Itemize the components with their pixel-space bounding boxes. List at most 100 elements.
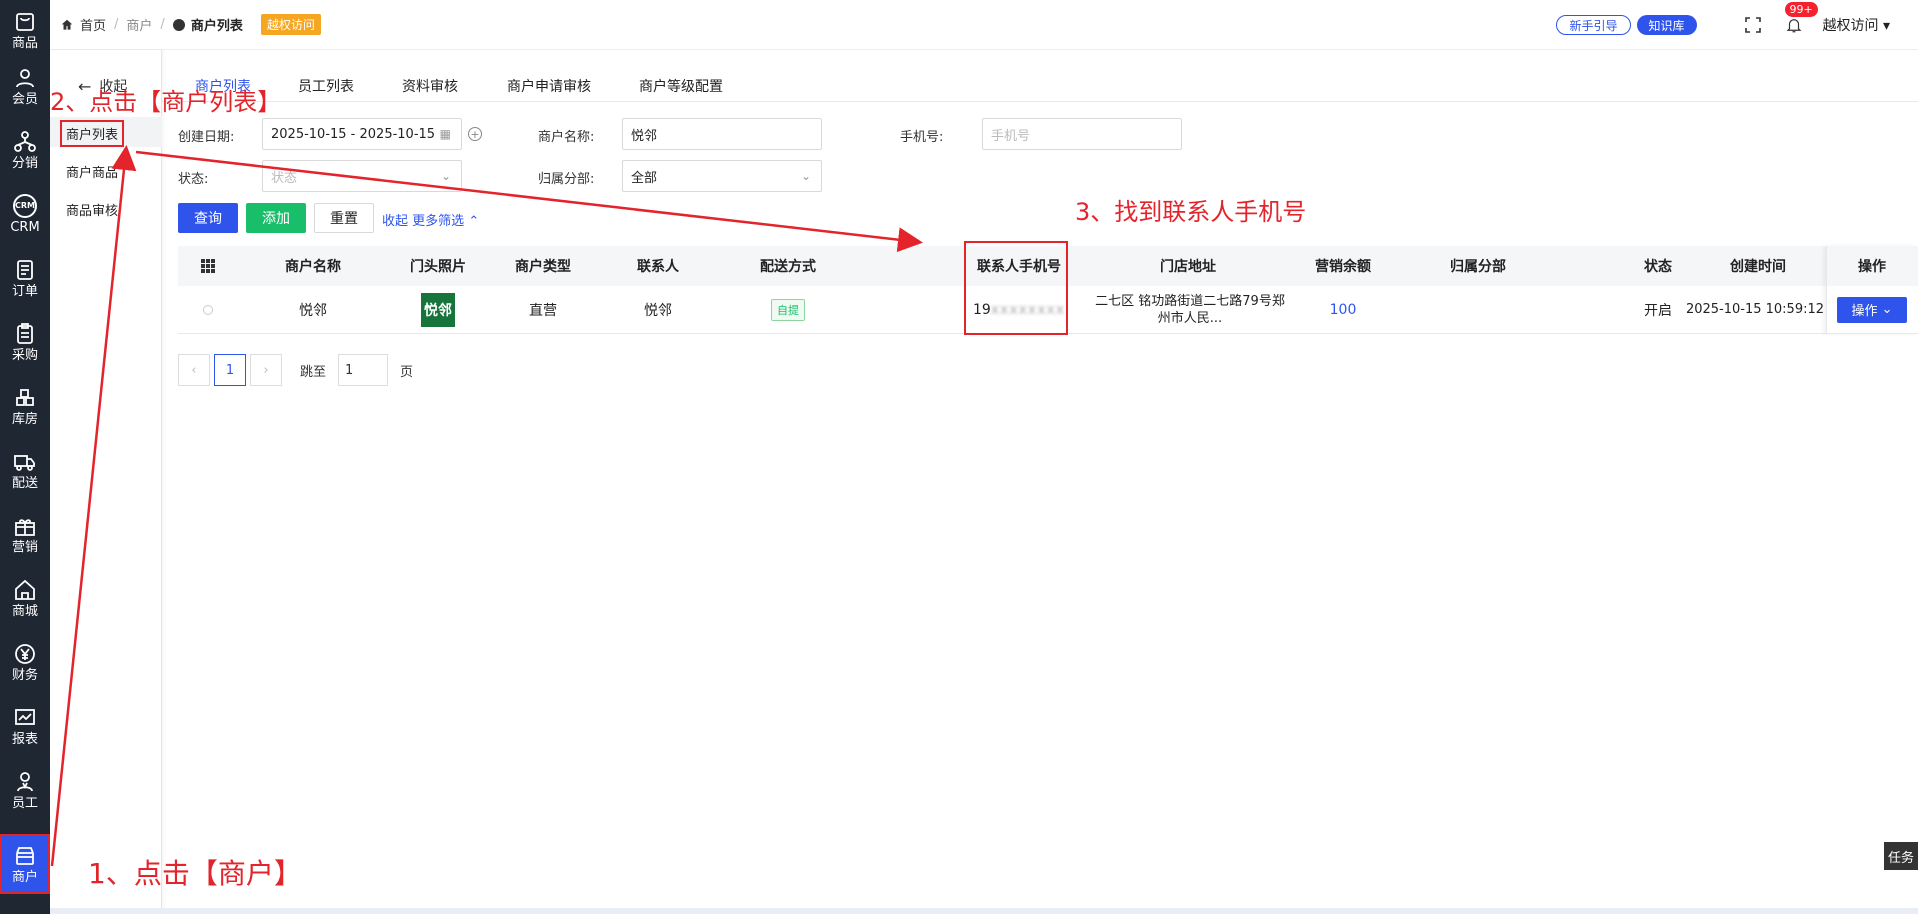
cell-branch [1418,286,1538,333]
nav-item-distribution[interactable]: 分销 [0,120,50,180]
merchant-name-input[interactable]: 悦邻 [622,118,822,150]
more-filters-label: 更多筛选 [412,214,465,229]
caret-down-icon: ▾ [1882,18,1890,34]
nav-item-merchant[interactable]: 商户 [0,834,50,894]
radio-icon [203,304,213,315]
header-cell[interactable]: 营销余额 [1288,246,1398,286]
fixed-column-shadow [1826,246,1918,334]
breadcrumb-current: 商户列表 [172,15,243,34]
status-placeholder: 状态 [271,170,298,186]
nav-label: 商城 [11,603,38,619]
subnav-merchant-list[interactable]: 商户列表 [60,120,125,147]
header-cell[interactable]: 归属分部 [1418,246,1538,286]
date-range-value: 2025-10-15 - 2025-10-15 [271,126,436,142]
add-button[interactable]: 添加 [246,203,306,233]
knowledge-base-button[interactable]: 知识库 [1636,15,1697,35]
collapse-filters-label: 收起 [382,214,409,229]
user-icon [16,68,34,87]
bottom-strip [50,908,1918,914]
storefront-photo[interactable]: 悦邻 [421,292,455,327]
nav-item-staff[interactable]: 员工 [0,760,50,820]
pagination: ‹ 1 › 跳至 1 页 [178,354,413,386]
cell-photo[interactable]: 悦邻 [388,286,488,333]
collapse-filters-link[interactable]: 收起 更多筛选 ⌃ [382,210,479,229]
nav-item-warehouse[interactable]: 库房 [0,376,50,436]
header-cell[interactable]: 商户名称 [238,246,388,286]
tab-merchant-level[interactable]: 商户等级配置 [639,76,723,96]
fullscreen-icon[interactable] [1744,17,1761,33]
cell-balance[interactable]: 100 [1288,286,1398,333]
branch-select[interactable]: 全部 ⌄ [622,160,822,192]
home-icon [15,579,35,600]
guide-button[interactable]: 新手引导 [1556,15,1631,35]
nav-item-reports[interactable]: 报表 [0,696,50,756]
header-cell[interactable]: 联系人 [598,246,718,286]
column-settings[interactable] [178,246,238,286]
clipboard-icon [17,322,33,344]
header-cell[interactable]: 配送方式 [718,246,858,286]
jump-page-input[interactable]: 1 [338,354,389,386]
nav-item-finance[interactable]: 财务 [0,632,50,692]
nav-label: CRM [10,219,40,235]
chevron-down-icon: ⌄ [800,169,811,183]
status-select[interactable]: 状态 ⌄ [262,160,462,192]
cell-name: 悦邻 [299,302,327,319]
breadcrumb-separator: / [114,17,119,32]
nav-item-delivery[interactable]: 配送 [0,440,50,500]
nav-label: 订单 [11,283,38,299]
chart-icon [15,708,35,725]
nav-item-mall[interactable]: 商城 [0,568,50,628]
user-circle-icon [172,18,185,31]
nav-item-goods[interactable]: 商品 [0,0,50,60]
status-label: 状态: [178,172,209,187]
add-circle-icon[interactable]: + [468,127,482,141]
header-cell[interactable]: 门店地址 [1078,246,1298,286]
breadcrumb-separator: / [160,17,165,32]
cell-created: 2025-10-15 10:59:12 [1685,302,1825,317]
nav-item-purchase[interactable]: 采购 [0,312,50,372]
user-menu[interactable]: 越权访问 ▾ [1823,15,1890,35]
breadcrumb: 首页 / 商户 / 商户列表 越权访问 [60,14,321,35]
nav-label: 营销 [11,539,38,555]
nav-label: 配送 [11,475,38,491]
breadcrumb-merchant[interactable]: 商户 [126,15,152,34]
tab-profile-audit[interactable]: 资料审核 [402,76,458,96]
row-select[interactable] [178,286,238,333]
tab-staff-list[interactable]: 员工列表 [298,76,354,96]
nav-item-crm[interactable]: CRM CRM [0,184,50,244]
balance-link[interactable]: 100 [1330,302,1357,318]
phone-input[interactable]: 手机号 [982,118,1182,150]
header-cell[interactable]: 商户类型 [488,246,598,286]
task-button[interactable]: 任务 [1884,842,1918,870]
breadcrumb-home[interactable]: 首页 [80,15,106,34]
nav-item-marketing[interactable]: 营销 [0,504,50,564]
next-page-button[interactable]: › [250,354,282,386]
nav-label: 分销 [11,155,38,171]
user-name: 越权访问 [1822,18,1879,34]
header-cell[interactable]: 门头照片 [388,246,488,286]
notification-button[interactable]: 99+ [1784,2,1818,34]
store-icon [16,846,34,865]
jump-label: 跳至 [300,364,327,380]
query-button[interactable]: 查询 [178,203,238,233]
nav-label: 采购 [11,347,38,363]
nav-item-orders[interactable]: 订单 [0,248,50,308]
nav-item-members[interactable]: 会员 [0,56,50,116]
order-icon [17,259,33,280]
grid-icon [201,259,215,273]
header-cell[interactable]: 状态 [1628,246,1688,286]
tab-merchant-application[interactable]: 商户申请审核 [507,76,591,96]
reset-button[interactable]: 重置 [314,203,374,233]
annotation-step-2: 2、点击【商户列表】 [50,88,282,116]
date-range-input[interactable]: 2025-10-15 - 2025-10-15 ▦ [262,118,462,150]
page-button[interactable]: 1 [214,354,246,386]
subnav-merchant-goods[interactable]: 商户商品 [66,162,118,181]
nav-label: 会员 [11,91,38,107]
prev-page-button[interactable]: ‹ [178,354,210,386]
staff-icon [17,771,33,791]
phone-label: 手机号: [900,130,944,145]
subnav-goods-audit[interactable]: 商品审核 [66,200,118,219]
header-cell[interactable]: 创建时间 [1688,246,1828,286]
cell-address: 二七区 铭功路街道二七路79号郑州市人民... [1095,293,1285,326]
phone-column-highlight [964,241,1068,335]
